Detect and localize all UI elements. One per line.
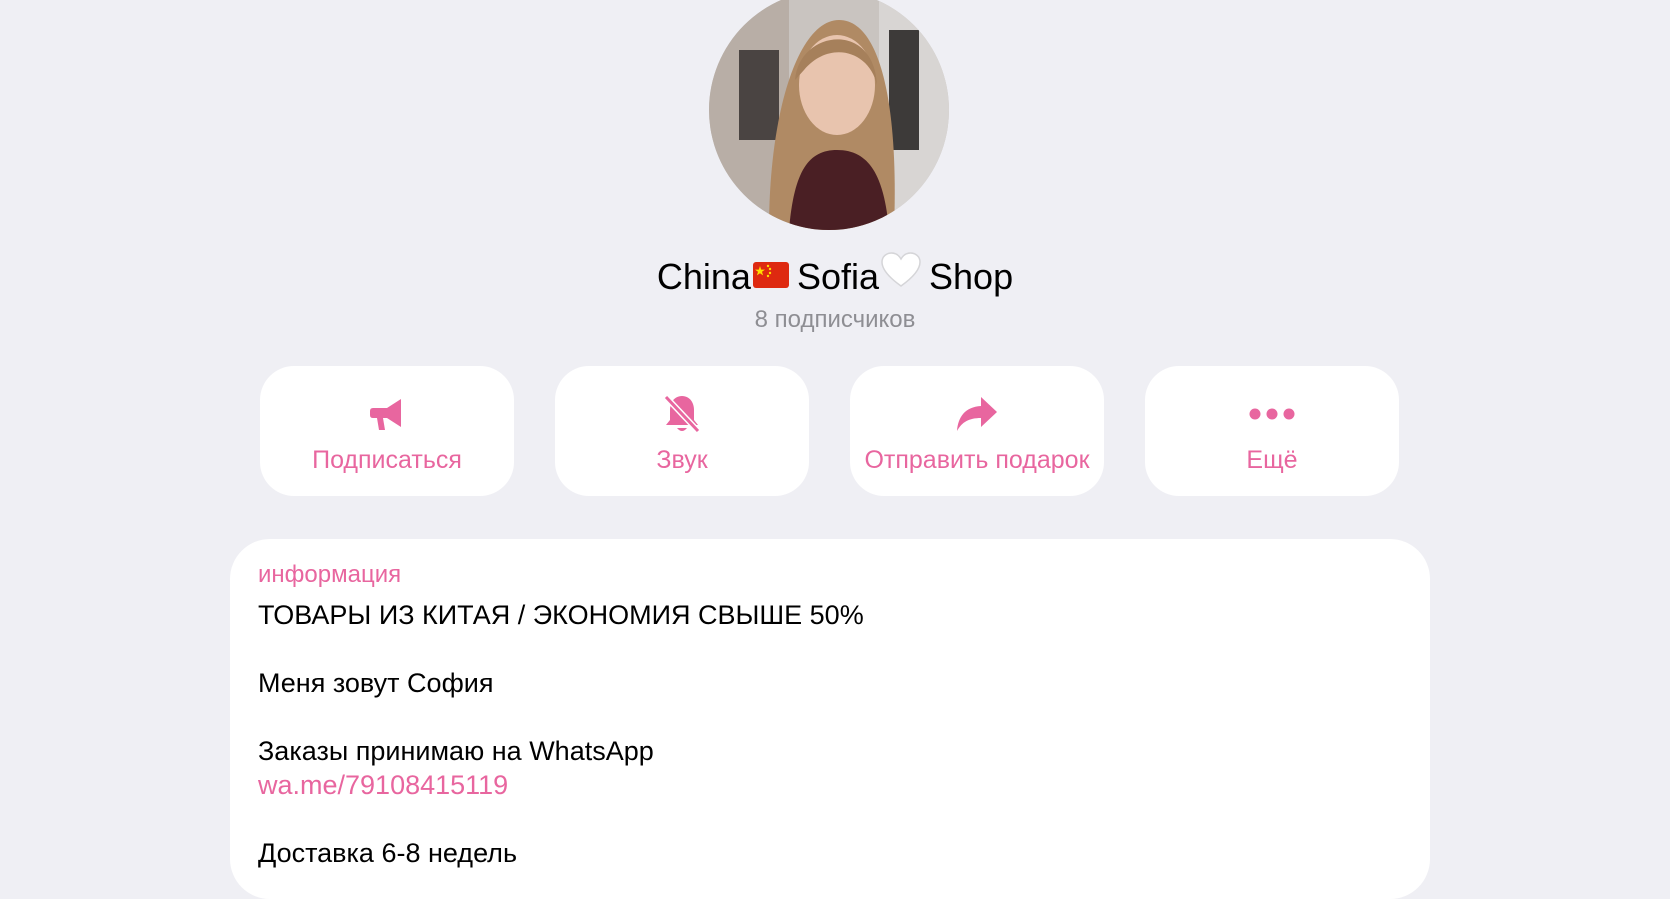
more-button-label: Ещё	[1246, 446, 1298, 474]
send-gift-button-label: Отправить подарок	[864, 446, 1090, 474]
ellipsis-icon	[1145, 392, 1399, 436]
more-button[interactable]: Ещё	[1145, 366, 1399, 496]
channel-name-part1: China	[656, 256, 751, 297]
sound-button[interactable]: Звук	[555, 366, 809, 496]
sound-button-label: Звук	[656, 446, 708, 474]
whatsapp-link[interactable]: wa.me/79108415119	[258, 767, 508, 803]
subscribe-button[interactable]: Подписаться	[260, 366, 514, 496]
info-orders-line: Заказы принимаю на WhatsApp	[258, 736, 654, 766]
bell-slash-icon	[555, 392, 809, 436]
megaphone-icon	[260, 392, 514, 436]
subscribe-button-label: Подписаться	[312, 446, 462, 474]
info-name-line: Меня зовут София	[258, 668, 494, 698]
info-card: информация ТОВАРЫ ИЗ КИТАЯ / ЭКОНОМИЯ СВ…	[230, 539, 1430, 899]
channel-title: China Sofia Shop	[0, 252, 1670, 304]
send-gift-button[interactable]: Отправить подарок	[850, 366, 1104, 496]
avatar-photo	[709, 0, 949, 230]
channel-name-part3: Shop	[929, 256, 1014, 297]
china-flag-icon	[752, 251, 789, 301]
share-arrow-icon	[850, 392, 1104, 436]
subscriber-count: 8 подписчиков	[754, 306, 916, 333]
info-delivery-line: Доставка 6-8 недель	[258, 838, 518, 868]
channel-name-part2: Sofia	[796, 256, 880, 297]
white-heart-icon	[881, 251, 921, 301]
info-header: информация	[258, 561, 402, 588]
channel-avatar[interactable]	[709, 0, 949, 230]
info-description-line: ТОВАРЫ ИЗ КИТАЯ / ЭКОНОМИЯ СВЫШЕ 50%	[258, 600, 864, 630]
